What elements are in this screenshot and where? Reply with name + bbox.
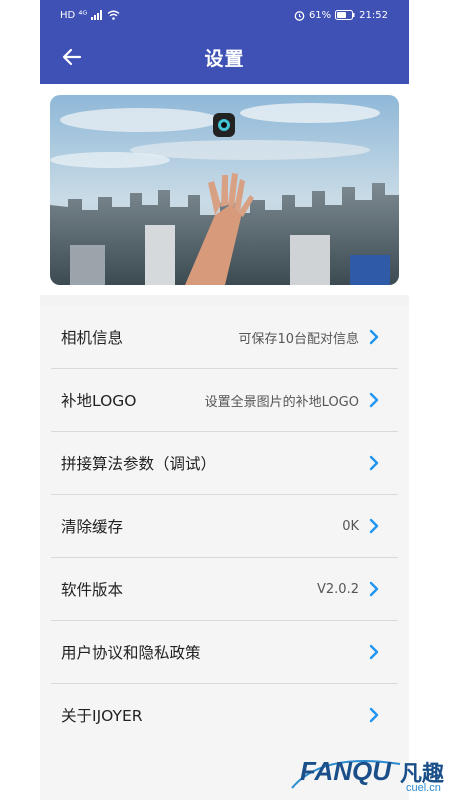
setting-value: V2.0.2: [317, 581, 359, 597]
setting-label: 补地LOGO: [61, 392, 137, 410]
setting-label: 拼接算法参数（调试）: [61, 455, 217, 473]
back-button[interactable]: [58, 43, 86, 71]
arrow-left-icon: [62, 48, 82, 66]
watermark-logo: FANQU 凡趣 cuel.cn: [282, 752, 450, 800]
setting-label: 相机信息: [61, 329, 124, 347]
status-bar: HD ⁴ᴳ 61% 21:52: [40, 0, 409, 30]
watermark-brand: FANQU: [300, 756, 391, 786]
setting-label: 清除缓存: [61, 518, 124, 536]
banner-image: [50, 95, 399, 285]
setting-value: 可保存10台配对信息: [238, 331, 359, 347]
setting-label: 用户协议和隐私政策: [61, 644, 201, 662]
setting-value: 设置全景图片的补地LOGO: [204, 394, 359, 410]
setting-camera-info[interactable]: 相机信息 可保存10台配对信息: [51, 306, 398, 369]
chevron-right-icon: [365, 580, 383, 598]
chevron-right-icon: [365, 643, 383, 661]
phone-screen: HD ⁴ᴳ 61% 21:52 设置 相机信息 可保存10台配对信息 补地LOG…: [40, 0, 409, 800]
chevron-right-icon: [365, 706, 383, 724]
clock: 21:52: [359, 9, 388, 21]
setting-clear-cache[interactable]: 清除缓存 0K: [51, 495, 398, 558]
setting-about[interactable]: 关于IJOYER: [51, 684, 398, 746]
settings-list: 相机信息 可保存10台配对信息 补地LOGO 设置全景图片的补地LOGO 拼接算…: [40, 306, 409, 746]
battery-icon: [335, 10, 355, 20]
setting-value: 0K: [342, 518, 359, 534]
page-title: 设置: [204, 47, 245, 70]
battery-percent: 61%: [308, 9, 332, 21]
chevron-right-icon: [365, 391, 383, 409]
banner-container: [40, 84, 409, 295]
chevron-right-icon: [365, 328, 383, 346]
setting-ground-logo[interactable]: 补地LOGO 设置全景图片的补地LOGO: [51, 369, 398, 432]
network-indicator: HD ⁴ᴳ: [60, 9, 88, 21]
setting-privacy-policy[interactable]: 用户协议和隐私政策: [51, 621, 398, 684]
setting-app-version[interactable]: 软件版本 V2.0.2: [51, 558, 398, 621]
alarm-icon: [294, 10, 305, 21]
setting-label: 软件版本: [61, 581, 124, 599]
signal-icon: [91, 10, 103, 20]
chevron-right-icon: [365, 517, 383, 535]
chevron-right-icon: [365, 454, 383, 472]
watermark-url: cuel.cn: [406, 782, 441, 794]
wifi-icon: [107, 10, 120, 20]
setting-label: 关于IJOYER: [61, 707, 143, 725]
app-bar: 设置: [40, 30, 409, 84]
setting-stitch-params[interactable]: 拼接算法参数（调试）: [51, 432, 398, 495]
section-gap: [40, 295, 409, 306]
